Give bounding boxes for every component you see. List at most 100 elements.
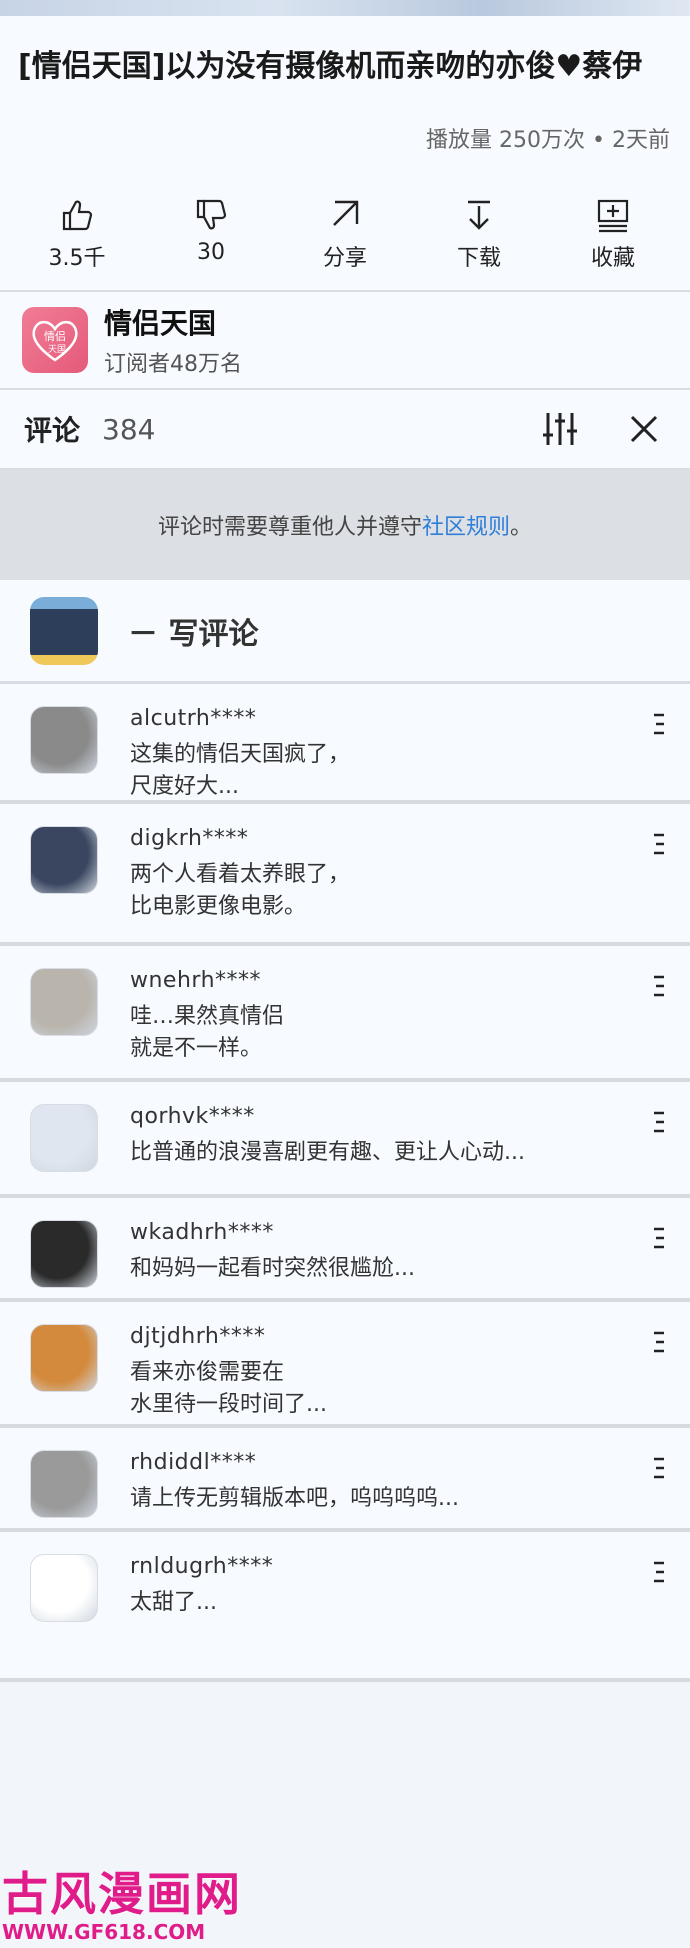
- site-watermark: 古风漫画网 WWW.GF618.COM: [2, 1868, 242, 1944]
- channel-info: 情侣天国 订阅者48万名: [104, 302, 242, 378]
- watermark-url: WWW.GF618.COM: [2, 1920, 206, 1944]
- video-title: [情侣天国]以为没有摄像机而亲吻的亦俊♥蔡伊: [18, 49, 643, 84]
- commenter-avatar[interactable]: [30, 1450, 98, 1518]
- write-comment-row[interactable]: － 写评论: [0, 580, 690, 684]
- comment-username[interactable]: wnehrh****: [130, 968, 690, 993]
- action-bar: 3.5千 30 分享 下载 收藏: [0, 154, 690, 290]
- video-header: [情侣天国]以为没有摄像机而亲吻的亦俊♥蔡伊 播放量 250万次 • 2天前: [0, 16, 690, 154]
- thumbs-up-icon: [62, 200, 93, 231]
- comment-item: wkadhrh**** 和妈妈一起看时突然很尴尬...: [0, 1198, 690, 1302]
- more-options-icon[interactable]: [652, 974, 666, 998]
- download-label: 下载: [456, 246, 501, 271]
- save-playlist-icon: [597, 199, 629, 233]
- save-label: 收藏: [590, 246, 635, 271]
- dislike-count: 30: [197, 240, 225, 265]
- more-options-icon[interactable]: [652, 832, 666, 856]
- commenter-avatar[interactable]: [30, 826, 98, 894]
- more-options-icon[interactable]: [652, 1226, 666, 1250]
- dislike-button[interactable]: 30: [156, 196, 266, 272]
- channel-name: 情侣天国: [104, 307, 217, 340]
- heart-logo-icon: 情侣 天国: [32, 320, 78, 362]
- notice-text: 评论时需要尊重他人并遵守: [157, 515, 422, 540]
- top-image-strip: [0, 0, 690, 16]
- comment-username[interactable]: djtjdhrh****: [130, 1324, 690, 1349]
- commenter-avatar[interactable]: [30, 706, 98, 774]
- comment-text: 太甜了...: [130, 1587, 690, 1619]
- comment-body: digkrh**** 两个人看着太养眼了， 比电影更像电影。: [130, 826, 690, 942]
- comment-text: 比普通的浪漫喜剧更有趣、更让人心动...: [130, 1137, 690, 1169]
- commenter-avatar[interactable]: [30, 968, 98, 1036]
- write-comment-input[interactable]: － 写评论: [128, 609, 258, 653]
- comment-text-line: 就是不一样。: [130, 1036, 263, 1061]
- commenter-avatar[interactable]: [30, 1554, 98, 1622]
- comment-item: rhdiddl**** 请上传无剪辑版本吧，呜呜呜呜...: [0, 1428, 690, 1532]
- comment-body: wnehrh**** 哇…果然真情侣 就是不一样。: [130, 968, 690, 1078]
- save-button[interactable]: 收藏: [558, 196, 668, 272]
- comment-text-line: 这集的情侣天国疯了，: [130, 742, 351, 767]
- more-options-icon[interactable]: [652, 1560, 666, 1584]
- comment-body: wkadhrh**** 和妈妈一起看时突然很尴尬...: [130, 1220, 690, 1298]
- comment-text: 看来亦俊需要在 水里待一段时间了...: [130, 1357, 690, 1421]
- comment-username[interactable]: qorhvk****: [130, 1104, 690, 1129]
- download-icon: [468, 200, 490, 230]
- comment-username[interactable]: rhdiddl****: [130, 1450, 690, 1475]
- comment-text: 请上传无剪辑版本吧，呜呜呜呜...: [130, 1483, 690, 1515]
- comment-text: 这集的情侣天国疯了， 尺度好大...: [130, 739, 690, 803]
- comment-text-line: 哇…果然真情侣: [130, 1004, 285, 1029]
- community-notice: 评论时需要尊重他人并遵守 社区规则。: [0, 470, 690, 580]
- channel-logo: 情侣 天国: [22, 307, 88, 373]
- subscriber-count: 订阅者48万名: [104, 352, 242, 377]
- commenter-avatar[interactable]: [30, 1324, 98, 1392]
- comment-text: 哇…果然真情侣 就是不一样。: [130, 1001, 690, 1065]
- comment-username[interactable]: alcutrh****: [130, 706, 690, 731]
- comment-username[interactable]: rnldugrh****: [130, 1554, 690, 1579]
- view-count: 播放量 250万次 • 2天前: [426, 128, 670, 153]
- comment-text-line: 尺度好大...: [130, 774, 239, 799]
- comment-body: djtjdhrh**** 看来亦俊需要在 水里待一段时间了...: [130, 1324, 690, 1424]
- more-options-icon[interactable]: [652, 712, 666, 736]
- comment-list: alcutrh**** 这集的情侣天国疯了， 尺度好大... digkrh**** 两个…: [0, 684, 690, 1682]
- commenter-avatar[interactable]: [30, 1104, 98, 1172]
- comment-body: alcutrh**** 这集的情侣天国疯了， 尺度好大...: [130, 706, 690, 800]
- user-avatar: [30, 596, 98, 665]
- comment-text-line: 请上传无剪辑版本吧，呜呜呜呜...: [130, 1486, 459, 1511]
- comment-text-line: 太甜了...: [130, 1590, 217, 1615]
- commenter-avatar[interactable]: [30, 1220, 98, 1288]
- comment-text-line: 比电影更像电影。: [130, 894, 307, 919]
- comment-body: rhdiddl**** 请上传无剪辑版本吧，呜呜呜呜...: [130, 1450, 690, 1528]
- comment-item: alcutrh**** 这集的情侣天国疯了， 尺度好大...: [0, 684, 690, 804]
- like-button[interactable]: 3.5千: [22, 196, 132, 272]
- comment-body: qorhvk**** 比普通的浪漫喜剧更有趣、更让人心动...: [130, 1104, 690, 1194]
- comment-body: rnldugrh**** 太甜了...: [130, 1554, 690, 1678]
- notice-tail: 。: [510, 515, 533, 540]
- comments-title: 评论: [24, 414, 81, 447]
- comment-item: wnehrh**** 哇…果然真情侣 就是不一样。: [0, 946, 690, 1082]
- watermark-title: 古风漫画网: [2, 1867, 242, 1921]
- more-options-icon[interactable]: [652, 1456, 666, 1480]
- comment-username[interactable]: digkrh****: [130, 826, 690, 851]
- channel-row[interactable]: 情侣 天国 情侣天国 订阅者48万名: [0, 290, 690, 390]
- comment-username[interactable]: wkadhrh****: [130, 1220, 690, 1245]
- like-count: 3.5千: [48, 246, 106, 271]
- comment-item: digkrh**** 两个人看着太养眼了， 比电影更像电影。: [0, 804, 690, 946]
- comment-item: qorhvk**** 比普通的浪漫喜剧更有趣、更让人心动...: [0, 1082, 690, 1198]
- download-button[interactable]: 下载: [424, 196, 534, 272]
- comments-count: 384: [102, 412, 156, 446]
- comment-text-line: 和妈妈一起看时突然很尴尬...: [130, 1256, 415, 1281]
- share-icon: [333, 200, 359, 226]
- comment-item: rnldugrh**** 太甜了...: [0, 1532, 690, 1682]
- comments-header: 评论 384: [0, 390, 690, 470]
- comment-item: djtjdhrh**** 看来亦俊需要在 水里待一段时间了...: [0, 1302, 690, 1428]
- channel-logo-text: 情侣: [44, 329, 66, 343]
- more-options-icon[interactable]: [652, 1330, 666, 1354]
- more-options-icon[interactable]: [652, 1110, 666, 1134]
- comment-text-line: 比普通的浪漫喜剧更有趣、更让人心动...: [130, 1140, 525, 1165]
- comment-text-line: 看来亦俊需要在: [130, 1360, 285, 1385]
- close-icon[interactable]: [622, 407, 666, 451]
- comment-text-line: 两个人看着太养眼了，: [130, 862, 351, 887]
- community-rules-link[interactable]: 社区规则: [422, 509, 510, 541]
- share-label: 分享: [322, 246, 367, 271]
- share-button[interactable]: 分享: [290, 196, 400, 272]
- sort-filter-icon[interactable]: [538, 407, 582, 451]
- comment-text: 两个人看着太养眼了， 比电影更像电影。: [130, 859, 690, 923]
